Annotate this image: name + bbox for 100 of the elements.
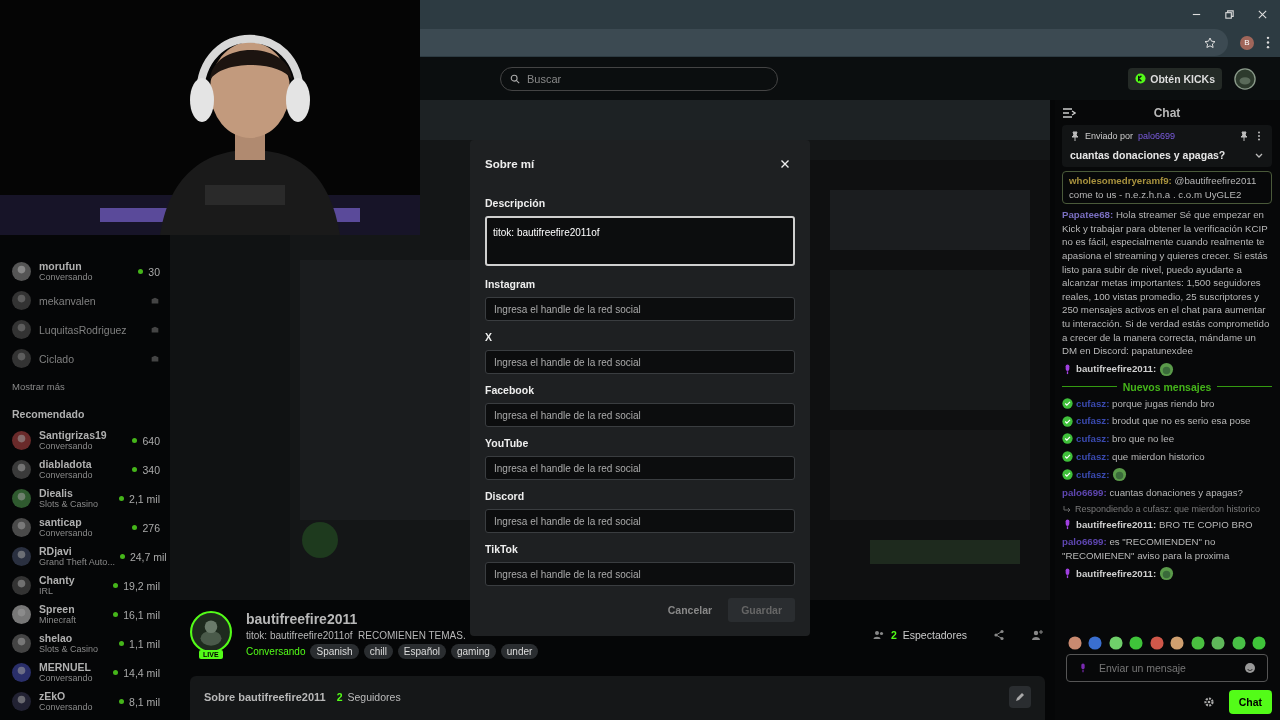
username[interactable]: palo6699	[1138, 131, 1176, 141]
chat-message: cufasz:	[1076, 467, 1110, 482]
channel-avatar-icon[interactable]	[12, 692, 31, 711]
tag[interactable]: gaming	[451, 644, 496, 659]
viewer-count: 8,1 mil	[129, 695, 160, 708]
chat-input[interactable]: Enviar un mensaje	[1066, 654, 1268, 682]
channel-avatar-icon[interactable]	[12, 489, 31, 508]
channel-name[interactable]: MERNUEL	[39, 661, 91, 673]
reply-context: Respondiendo a cufasz: que mierdon historico	[1075, 503, 1261, 514]
field-label: Descripción	[485, 197, 547, 209]
tag[interactable]: chill	[363, 644, 393, 659]
pin-icon[interactable]	[1239, 131, 1249, 141]
channel-avatar-icon[interactable]	[12, 431, 31, 450]
send-chat-button[interactable]: Chat	[1228, 690, 1272, 714]
channel-category: Conversando	[39, 470, 93, 481]
tag[interactable]: Español	[397, 644, 446, 659]
emote-icon[interactable]	[1170, 636, 1185, 650]
field-label: Discord	[485, 490, 526, 502]
chat-message: bautifreefire2011:	[1076, 567, 1157, 581]
channel-avatar-icon[interactable]	[12, 663, 31, 682]
channel-avatar-icon[interactable]	[12, 291, 31, 310]
chat-message: cufasz: porque jugas riendo bro	[1076, 396, 1215, 411]
handle-field[interactable]: Ingresa el handle de la red social	[485, 456, 795, 480]
channel-name[interactable]: Diealis	[39, 487, 73, 499]
channel-category: Slots & Casino	[39, 499, 99, 510]
streamer-avatar-icon[interactable]	[190, 611, 232, 653]
avatar-icon[interactable]	[1234, 67, 1256, 90]
tag[interactable]: Spanish	[310, 644, 359, 659]
channel-category: Conversando	[39, 702, 93, 713]
chat-message: Papatee68: Hola streamer Sé que empezar en Kick y trabajar para obtener la verificación KCIP no es fácil, especialmente cuando realmente te apasiona el streaming y quieres crecer. Si estás listo para subir de nivel, puedo ayudarte a alcanzar metas importantes: 1,500 seguidores reales, 100 vistas promedio, 25 suscriptores y 250 mensajes activos en el chat para aumentar tu interacción. Si de verdad estás comprometido a crecer de la manera correcta, mándame un DM en Discord: papatunexdee	[1062, 208, 1271, 358]
emote-icon[interactable]	[1129, 636, 1144, 650]
dialog-title: Sobre mí	[485, 158, 535, 170]
restore-icon[interactable]	[1224, 8, 1235, 20]
channel-name[interactable]: zEkO	[39, 690, 66, 702]
viewer-count: 24,7 mil	[129, 550, 167, 563]
channel-category: Conversando	[39, 441, 93, 452]
viewer-count: 2	[890, 629, 897, 641]
emote-icon[interactable]	[1211, 636, 1226, 650]
close-icon[interactable]	[1257, 8, 1268, 20]
emote-icon[interactable]	[1251, 636, 1266, 650]
star-icon[interactable]	[1204, 36, 1216, 49]
handle-field[interactable]: Ingresa el handle de la red social	[485, 509, 795, 533]
collapse-icon[interactable]	[1062, 105, 1076, 120]
tag[interactable]: under	[500, 644, 539, 659]
description-field[interactable]: titok: bautifreefire2011of	[485, 216, 795, 266]
chat-title: Chat	[1152, 105, 1182, 120]
category-link[interactable]: Conversando	[246, 646, 306, 657]
emote-icon[interactable]	[1108, 636, 1123, 650]
field-label: Facebook	[485, 384, 535, 396]
channel-name[interactable]: RDjavi	[39, 545, 72, 557]
coin-icon	[1135, 73, 1147, 84]
settings-icon[interactable]	[1202, 696, 1215, 708]
channel-name[interactable]: diabladota	[39, 458, 92, 470]
close-icon[interactable]	[780, 159, 790, 169]
chat-message: cufasz: brodut que no es serio esa pose	[1076, 414, 1251, 428]
handle-field[interactable]: Ingresa el handle de la red social	[485, 403, 795, 427]
get-kicks-button[interactable]: Obtén KICKs	[1128, 67, 1222, 90]
viewer-count: 30	[148, 265, 160, 278]
channel-avatar-icon[interactable]	[12, 605, 31, 624]
menu-icon[interactable]	[1266, 36, 1270, 49]
channel-avatar-icon[interactable]	[12, 518, 31, 537]
channel-name[interactable]: Chanty	[39, 574, 75, 586]
profile-button[interactable]: B	[1240, 35, 1254, 50]
channel-name[interactable]: Santigrizas19	[39, 429, 107, 441]
share-icon[interactable]	[993, 629, 1005, 641]
section-heading: Recomendado	[12, 408, 86, 420]
channel-name[interactable]: LuquitasRodriguez	[39, 323, 127, 336]
channel-name[interactable]: santicap	[39, 516, 82, 528]
emoji-icon[interactable]	[1244, 662, 1256, 674]
channel-name[interactable]: morufun	[39, 260, 82, 272]
channel-avatar-icon[interactable]	[12, 576, 31, 595]
field-label: YouTube	[485, 437, 530, 449]
channel-name[interactable]: shelao	[39, 632, 73, 644]
edit-button[interactable]	[1009, 686, 1031, 708]
channel-name[interactable]: Spreen	[39, 603, 75, 615]
channel-avatar-icon[interactable]	[12, 262, 31, 281]
handle-field[interactable]: Ingresa el handle de la red social	[485, 562, 795, 586]
channel-avatar-icon[interactable]	[12, 320, 31, 339]
channel-category: Slots & Casino	[39, 644, 99, 655]
microphone-icon	[1078, 663, 1088, 673]
cancel-button[interactable]: Cancelar	[663, 598, 717, 622]
viewer-count: 2,1 mil	[129, 492, 160, 505]
follow-icon[interactable]	[1031, 629, 1043, 641]
stream-title: titok: bautifreefire2011of RECOMIENEN TEMAS.	[246, 630, 467, 641]
pencil-icon	[1014, 691, 1026, 703]
emote-icon[interactable]	[1190, 636, 1205, 650]
channel-avatar-icon[interactable]	[12, 349, 31, 368]
handle-field[interactable]: Ingresa el handle de la red social	[485, 350, 795, 374]
emote-icon[interactable]	[1231, 636, 1246, 650]
chat-message: bautifreefire2011: BRO TE COPIO BRO	[1076, 517, 1253, 532]
channel-avatar-icon[interactable]	[12, 634, 31, 653]
emote-icon[interactable]	[1068, 636, 1082, 650]
search-field[interactable]: Buscar	[500, 66, 778, 91]
channel-name[interactable]: Ciclado	[39, 352, 75, 365]
channel-name[interactable]: mekanvalen	[39, 294, 96, 307]
channel-avatar-icon[interactable]	[12, 547, 31, 566]
emote-icon[interactable]	[1149, 636, 1164, 650]
show-more-link[interactable]: Mostrar más	[12, 381, 160, 392]
channel-avatar-icon[interactable]	[12, 460, 31, 479]
handle-field[interactable]: Ingresa el handle de la red social	[485, 297, 795, 321]
